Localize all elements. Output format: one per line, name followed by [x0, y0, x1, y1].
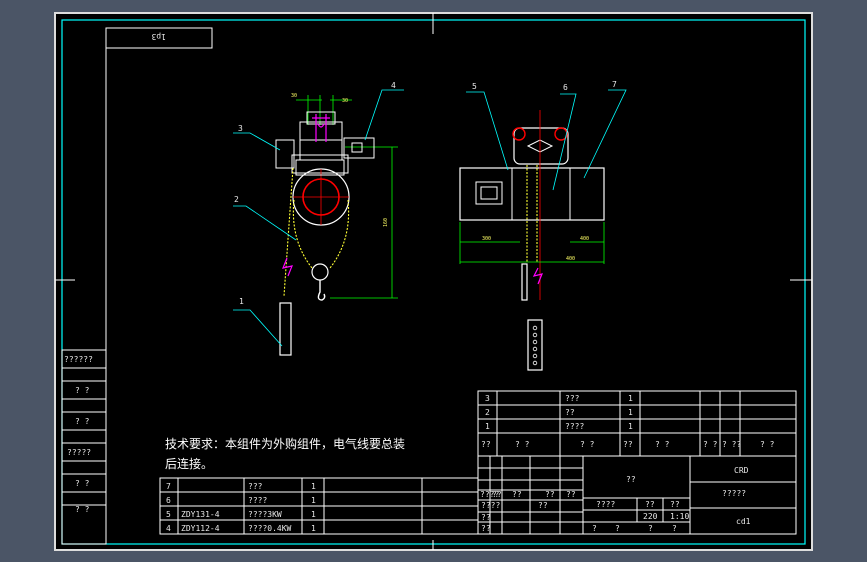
title-company: ?????	[722, 489, 746, 498]
front-balloon-7: 7	[612, 80, 617, 89]
title-mid-7: ??	[538, 501, 548, 510]
up-r2-c4: 1	[628, 408, 633, 417]
low-r4-c2: ZDY112-4	[181, 524, 220, 533]
up-r1-c4: 1	[628, 394, 633, 403]
low-r4-c3: ????0.4KW	[248, 524, 292, 533]
scale-head-1: ????	[596, 500, 615, 509]
front-balloon-5: 5	[472, 82, 477, 91]
left-cell-5: ? ?	[75, 479, 90, 488]
up-h-c6: ? ?	[703, 440, 718, 449]
tech-req-line2: 后连接。	[165, 456, 213, 471]
side-dim-2: 30	[342, 98, 348, 104]
scale-head-2: ??	[645, 500, 655, 509]
low-r2-c1: 6	[166, 496, 171, 505]
sheet-info-3: ?	[648, 524, 653, 533]
side-balloon-4: 4	[391, 81, 396, 90]
low-r4-c1: 4	[166, 524, 171, 533]
up-r3-c1: 1	[485, 422, 490, 431]
left-cell-6: ? ?	[75, 505, 90, 514]
low-r2-c3: ????	[248, 496, 267, 505]
side-dim-1: 30	[291, 93, 297, 99]
up-r3-c3: ????	[565, 422, 584, 431]
sheet-info-2: ?	[615, 524, 620, 533]
front-dim-2: 400	[580, 236, 589, 242]
up-r2-c1: 2	[485, 408, 490, 417]
left-cell-1: ??????	[64, 355, 93, 364]
sheet-info-1: ?	[592, 524, 597, 533]
title-mid-4: ??	[545, 490, 555, 499]
title-mid-8: ??	[481, 513, 491, 522]
up-h-c1: ??	[481, 440, 491, 449]
left-cell-3: ? ?	[75, 417, 90, 426]
left-cell-2: ? ?	[75, 386, 90, 395]
sheet-info-4: ?	[672, 524, 677, 533]
side-dim-3: 160	[383, 218, 389, 227]
left-cell-4: ?????	[67, 448, 91, 457]
title-mid-6: ????	[481, 501, 500, 510]
low-r1-c1: 7	[166, 482, 171, 491]
up-h-c2: ? ?	[515, 440, 530, 449]
front-dim-3: 400	[566, 256, 575, 262]
up-r3-c4: 1	[628, 422, 633, 431]
scale-val-3: 1:10	[670, 512, 689, 521]
title-mid-5: ??	[566, 490, 576, 499]
side-balloon-3: 3	[238, 124, 243, 133]
up-h-c8: ? ?	[760, 440, 775, 449]
side-balloon-1: 1	[239, 297, 244, 306]
scale-head-3: ??	[670, 500, 680, 509]
up-r1-c1: 3	[485, 394, 490, 403]
title-mid-2: ??	[492, 490, 502, 499]
title-name: ??	[626, 475, 636, 484]
low-r3-c1: 5	[166, 510, 171, 519]
low-r1-c3: ???	[248, 482, 263, 491]
up-h-c3: ? ?	[580, 440, 595, 449]
low-r3-c3: ????3KW	[248, 510, 282, 519]
up-h-c7: ? ??	[722, 440, 741, 449]
title-mid-3: ??	[512, 490, 522, 499]
up-r2-c3: ??	[565, 408, 575, 417]
drawing-code-text: 1p3	[151, 32, 166, 41]
low-r1-c4: 1	[311, 482, 316, 491]
tech-req-line1: 技术要求：本组件为外购组件，电气线要总装	[165, 436, 405, 451]
side-balloon-2: 2	[234, 195, 239, 204]
low-r3-c4: 1	[311, 510, 316, 519]
title-mid-9: ??	[481, 524, 491, 533]
front-dim-1: 300	[482, 236, 491, 242]
low-r2-c4: 1	[311, 496, 316, 505]
up-h-c4: ??	[623, 440, 633, 449]
up-h-c5: ? ?	[655, 440, 670, 449]
cad-drawing-canvas: 1p3 ?????? ? ? ? ? ????? ? ? ? ? 30 30 1…	[54, 12, 813, 551]
low-r3-c2: ZDY131-4	[181, 510, 220, 519]
title-sheet: cd1	[736, 517, 751, 526]
up-r1-c3: ???	[565, 394, 580, 403]
title-drawing-no: CRD	[734, 466, 749, 475]
low-r4-c4: 1	[311, 524, 316, 533]
front-balloon-6: 6	[563, 83, 568, 92]
scale-val-2: 220	[643, 512, 658, 521]
